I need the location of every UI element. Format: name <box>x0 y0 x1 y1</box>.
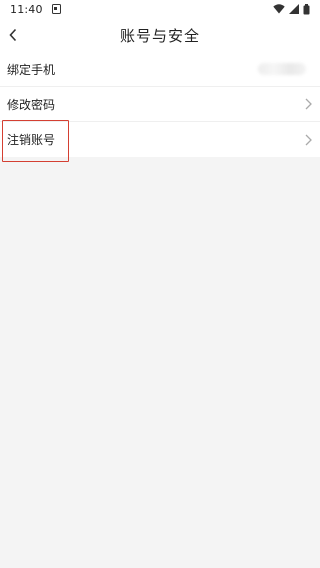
status-bar: 11:40 <box>0 0 320 18</box>
change-password-row[interactable]: 修改密码 <box>0 87 320 122</box>
wifi-icon <box>273 4 285 14</box>
bind-phone-label: 绑定手机 <box>7 62 56 77</box>
header-bar: 账号与安全 <box>0 18 320 52</box>
chevron-right-icon <box>305 134 312 145</box>
change-password-label: 修改密码 <box>7 97 56 112</box>
back-button[interactable] <box>2 21 24 49</box>
page-title: 账号与安全 <box>119 26 200 45</box>
bind-phone-row[interactable]: 绑定手机 <box>0 52 320 87</box>
battery-icon <box>303 3 310 14</box>
notification-icon <box>51 4 61 14</box>
delete-account-right <box>305 134 312 146</box>
settings-list: 绑定手机 修改密码 注销账号 <box>0 52 320 157</box>
status-time: 11:40 <box>10 2 43 16</box>
screen: 11:40 账号与安全 绑定手机 修改密码 注销账号 <box>0 0 320 568</box>
phone-number-value-blurred <box>258 63 306 75</box>
delete-account-label: 注销账号 <box>7 133 56 147</box>
delete-account-row[interactable]: 注销账号 <box>0 122 320 157</box>
bind-phone-value-area <box>258 63 312 75</box>
change-password-right <box>305 98 312 110</box>
status-icons <box>273 3 310 15</box>
chevron-right-icon <box>305 98 312 110</box>
signal-icon <box>289 4 299 14</box>
chevron-left-icon <box>9 28 17 42</box>
